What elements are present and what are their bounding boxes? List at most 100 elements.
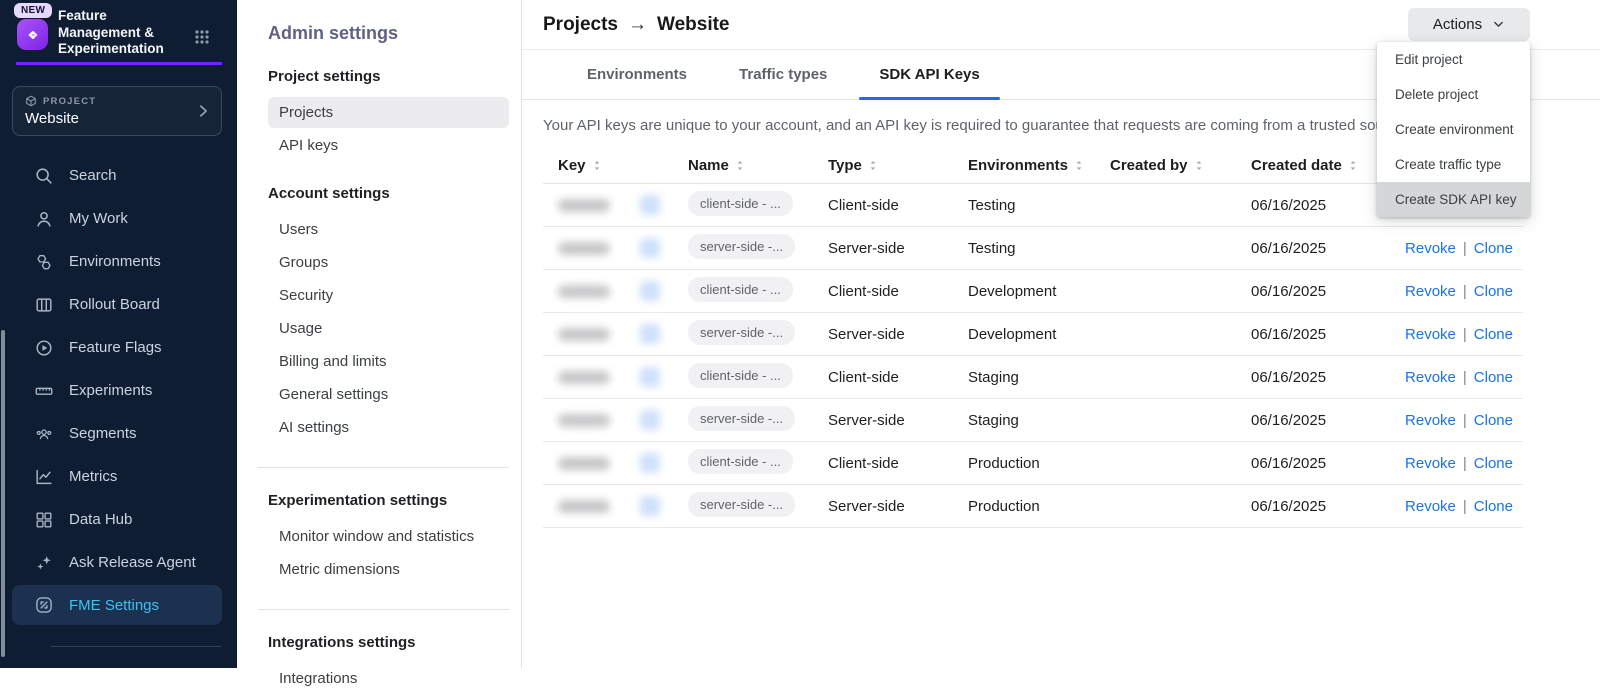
admin-item-projects[interactable]: Projects [268,97,509,128]
row-actions: Revoke | Clone [1396,412,1523,429]
clone-link[interactable]: Clone [1474,283,1513,300]
flag-play-icon [33,337,54,358]
clone-link[interactable]: Clone [1474,369,1513,386]
project-selector[interactable]: PROJECT Website [12,86,222,136]
admin-item-users[interactable]: Users [268,214,509,245]
sidebar-item-fme-settings[interactable]: FME Settings [12,585,222,625]
clone-link[interactable]: Clone [1474,412,1513,429]
table-body: client-side - ... Client-side Testing 06… [543,184,1523,528]
copy-key-button[interactable] [640,453,660,473]
breadcrumb-parent[interactable]: Projects [543,14,618,36]
tab-traffic-types[interactable]: Traffic types [717,50,849,99]
sidebar-item-metrics[interactable]: Metrics [0,455,237,498]
copy-key-button[interactable] [640,281,660,301]
redacted-key-value [558,242,610,255]
admin-item-security[interactable]: Security [268,280,509,311]
row-actions: Revoke | Clone [1396,455,1523,472]
clone-link[interactable]: Clone [1474,498,1513,515]
revoke-link[interactable]: Revoke [1405,326,1456,343]
row-actions: Revoke | Clone [1396,326,1523,343]
breadcrumb: Projects → Website [543,14,730,36]
revoke-link[interactable]: Revoke [1405,283,1456,300]
clone-link[interactable]: Clone [1474,326,1513,343]
clone-link[interactable]: Clone [1474,240,1513,257]
copy-key-button[interactable] [640,238,660,258]
redacted-key-value [558,199,610,212]
actions-separator: | [1463,455,1467,472]
copy-key-button[interactable] [640,496,660,516]
sidebar-bottom-divider [50,646,222,647]
actions-separator: | [1463,240,1467,257]
admin-settings-panel: Admin settings Project settings Projects… [237,0,522,668]
sort-icon[interactable] [1074,159,1084,172]
key-cell [543,281,688,301]
api-keys-description: Your API keys are unique to your account… [543,117,1520,134]
menu-item-create-sdk-api-key[interactable]: Create SDK API key [1377,182,1530,217]
app-grid-icon[interactable] [194,29,210,45]
column-header-created-by[interactable]: Created by [1110,157,1251,174]
name-tag: client-side - ... [688,363,793,388]
clone-link[interactable]: Clone [1474,455,1513,472]
tab-environments[interactable]: Environments [565,50,709,99]
sidebar-item-my-work[interactable]: My Work [0,197,237,240]
sort-icon[interactable] [868,159,878,172]
person-icon [33,208,54,229]
sidebar-item-data-hub[interactable]: Data Hub [0,498,237,541]
copy-key-button[interactable] [640,367,660,387]
copy-key-button[interactable] [640,410,660,430]
admin-item-monitor-window[interactable]: Monitor window and statistics [268,521,509,552]
sidebar-item-segments[interactable]: Segments [0,412,237,455]
type-cell: Client-side [828,455,968,472]
sidebar-item-feature-flags[interactable]: Feature Flags [0,326,237,369]
admin-item-ai-settings[interactable]: AI settings [268,412,509,443]
admin-item-general-settings[interactable]: General settings [268,379,509,410]
table-row: client-side - ... Client-side Developmen… [543,270,1523,313]
sidebar-item-environments[interactable]: Environments [0,240,237,283]
admin-item-groups[interactable]: Groups [268,247,509,278]
type-cell: Client-side [828,283,968,300]
sidebar-item-search[interactable]: Search [0,154,237,197]
admin-item-usage[interactable]: Usage [268,313,509,344]
sidebar-item-experiments[interactable]: Experiments [0,369,237,412]
revoke-link[interactable]: Revoke [1405,412,1456,429]
sort-icon[interactable] [592,159,602,172]
table-header-row: Key Name Type Environments Created by [543,147,1523,184]
sidebar-scrollbar[interactable] [1,330,5,657]
column-header-key[interactable]: Key [543,157,688,174]
column-header-name[interactable]: Name [688,157,828,174]
name-cell: server-side -... [688,234,828,263]
tab-sdk-api-keys[interactable]: SDK API Keys [857,50,1001,99]
column-header-type[interactable]: Type [828,157,968,174]
revoke-link[interactable]: Revoke [1405,455,1456,472]
sidebar-item-ask-release-agent[interactable]: Ask Release Agent [0,541,237,584]
menu-item-create-environment[interactable]: Create environment [1377,112,1530,147]
copy-key-button[interactable] [640,195,660,215]
product-logo-icon [17,19,48,50]
admin-item-billing-and-limits[interactable]: Billing and limits [268,346,509,377]
type-cell: Server-side [828,412,968,429]
column-header-environments[interactable]: Environments [968,157,1110,174]
sort-icon[interactable] [1348,159,1358,172]
admin-item-metric-dimensions[interactable]: Metric dimensions [268,554,509,585]
revoke-link[interactable]: Revoke [1405,240,1456,257]
menu-item-delete-project[interactable]: Delete project [1377,77,1530,112]
revoke-link[interactable]: Revoke [1405,369,1456,386]
sparkles-icon [33,552,54,573]
admin-item-api-keys[interactable]: API keys [268,130,509,161]
revoke-link[interactable]: Revoke [1405,498,1456,515]
copy-key-button[interactable] [640,324,660,344]
sort-icon[interactable] [735,159,745,172]
redacted-key-value [558,371,610,384]
created-date-cell: 06/16/2025 [1251,326,1396,343]
sort-icon[interactable] [1194,159,1204,172]
menu-item-edit-project[interactable]: Edit project [1377,42,1530,77]
sidebar-item-rollout-board[interactable]: Rollout Board [0,283,237,326]
created-date-cell: 06/16/2025 [1251,240,1396,257]
menu-item-create-traffic-type[interactable]: Create traffic type [1377,147,1530,182]
name-cell: client-side - ... [688,363,828,392]
column-header-created-date[interactable]: Created date [1251,157,1396,174]
type-cell: Server-side [828,498,968,515]
breadcrumb-current: Website [657,14,730,36]
panel-divider [258,609,509,610]
actions-button[interactable]: Actions [1408,8,1530,41]
